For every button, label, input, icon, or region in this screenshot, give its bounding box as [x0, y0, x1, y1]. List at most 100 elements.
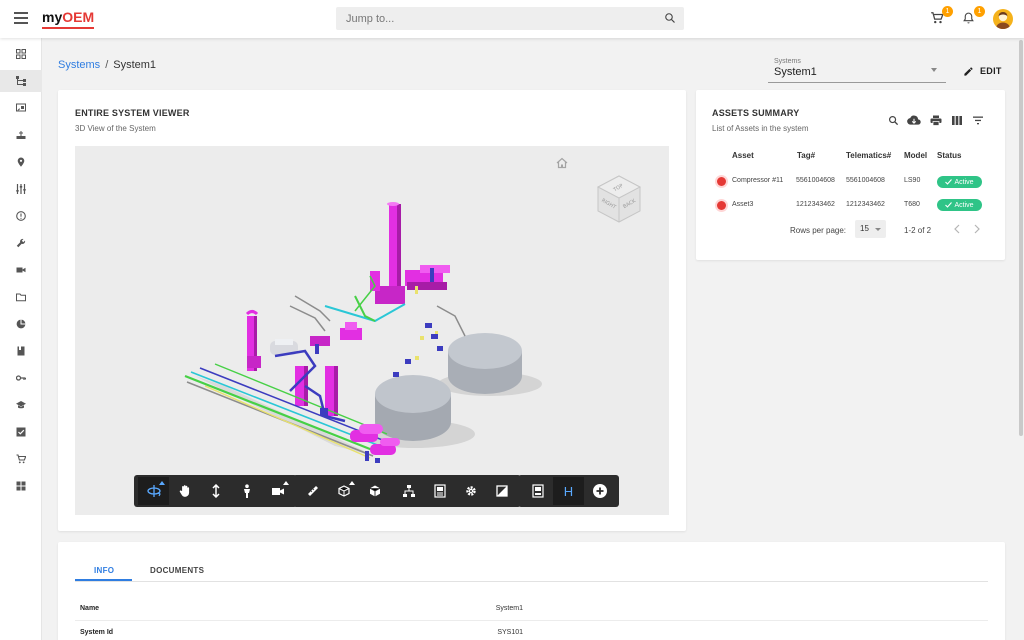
- sidebar-item-cast[interactable]: [0, 97, 42, 119]
- rows-per-page-label: Rows per page:: [790, 226, 847, 235]
- sidebar-item-maintenance[interactable]: [0, 232, 42, 254]
- sidebar-item-folder[interactable]: [0, 286, 42, 308]
- sidebar-item-manuals[interactable]: [0, 340, 42, 362]
- next-page-icon[interactable]: [973, 224, 981, 234]
- sidebar-item-store[interactable]: [0, 448, 42, 470]
- check-icon: [945, 202, 953, 208]
- explode-icon: [337, 485, 350, 497]
- 3d-plant-model[interactable]: [75, 146, 669, 515]
- logo-prefix: my: [42, 8, 63, 25]
- document-browser-button[interactable]: [522, 477, 553, 505]
- model-browser-button[interactable]: [359, 477, 390, 505]
- camera-tool-button[interactable]: [262, 477, 293, 505]
- status-badge[interactable]: Active: [937, 199, 982, 211]
- top-app-bar: myOEM 1 1: [0, 0, 1024, 38]
- scrollbar-thumb[interactable]: [1019, 40, 1023, 436]
- col-header-tag[interactable]: Tag#: [797, 151, 815, 160]
- search-input[interactable]: [336, 7, 646, 30]
- cart-icon: [16, 454, 26, 464]
- first-person-tool-button[interactable]: [231, 477, 262, 505]
- pagination-range: 1-2 of 2: [904, 226, 932, 235]
- properties-tool-button[interactable]: [424, 477, 455, 505]
- book-icon: [17, 346, 25, 356]
- system-select[interactable]: Systems System1: [768, 57, 946, 83]
- alert-indicator: [717, 177, 726, 186]
- asset-name[interactable]: Asset3: [732, 201, 753, 208]
- pencil-icon: [964, 66, 973, 76]
- filter-list-icon[interactable]: [973, 116, 983, 125]
- pan-tool-button[interactable]: [169, 477, 200, 505]
- sidebar-item-keys[interactable]: [0, 367, 42, 389]
- view-cube-icon[interactable]: TOP RIGHT BACK: [594, 174, 644, 224]
- user-avatar[interactable]: [993, 9, 1013, 29]
- structure-tool-button[interactable]: [393, 477, 424, 505]
- page-scrollbar[interactable]: [1018, 38, 1024, 640]
- col-header-model[interactable]: Model: [904, 151, 927, 160]
- app-logo[interactable]: my OEM: [42, 7, 95, 29]
- explode-tool-button[interactable]: [328, 477, 359, 505]
- asset-name[interactable]: Compressor #11: [732, 177, 783, 184]
- rows-per-page-select[interactable]: 15: [855, 220, 886, 238]
- dashboard-icon: [16, 49, 26, 59]
- col-header-telematics[interactable]: Telematics#: [846, 151, 891, 160]
- settings-tool-button[interactable]: [455, 477, 486, 505]
- breadcrumb-systems-link[interactable]: Systems: [58, 59, 100, 71]
- sidebar-item-alerts[interactable]: [0, 205, 42, 227]
- asset-telematics: 5561004608: [846, 177, 885, 184]
- col-header-asset[interactable]: Asset: [732, 151, 754, 160]
- info-key-system-id: System Id: [80, 629, 114, 636]
- measure-tool-button[interactable]: [297, 477, 328, 505]
- sidebar-item-video[interactable]: [0, 259, 42, 281]
- view-columns-icon[interactable]: [952, 116, 962, 125]
- h-tool-button[interactable]: H: [553, 477, 584, 505]
- home-view-icon[interactable]: [555, 156, 569, 170]
- cube-icon: [369, 485, 380, 497]
- add-tool-button[interactable]: [584, 477, 615, 505]
- col-header-status[interactable]: Status: [937, 151, 961, 160]
- print-icon[interactable]: [930, 115, 942, 126]
- prev-page-icon[interactable]: [953, 224, 961, 234]
- sidebar-item-checklist[interactable]: [0, 421, 42, 443]
- cloud-download-icon[interactable]: [907, 115, 921, 126]
- sidebar: [0, 38, 42, 640]
- cart-button[interactable]: 1: [930, 6, 953, 27]
- logo-suffix: OEM: [62, 8, 95, 25]
- search-icon[interactable]: [664, 12, 676, 24]
- sidebar-item-dashboard[interactable]: [0, 43, 42, 65]
- status-label: Active: [954, 201, 974, 209]
- folder-icon: [16, 293, 26, 302]
- sidebar-item-location[interactable]: [0, 151, 42, 173]
- video-icon: [16, 267, 26, 273]
- wrench-icon: [16, 238, 26, 248]
- pie-chart-icon: [16, 319, 26, 329]
- viewer-title: ENTIRE SYSTEM VIEWER: [75, 108, 190, 118]
- details-card: [58, 542, 1005, 640]
- row-divider: [75, 620, 988, 621]
- sidebar-item-tune[interactable]: [0, 178, 42, 200]
- 3d-viewer-canvas[interactable]: TOP RIGHT BACK: [75, 146, 669, 515]
- edit-button[interactable]: EDIT: [963, 63, 1002, 79]
- tab-documents[interactable]: DOCUMENTS: [150, 566, 204, 575]
- orbit-tool-button[interactable]: [138, 477, 169, 505]
- status-badge[interactable]: Active: [937, 176, 982, 188]
- asset-tag: 1212343462: [796, 201, 835, 208]
- sidebar-item-widgets[interactable]: [0, 475, 42, 497]
- menu-icon[interactable]: [14, 12, 28, 26]
- search-icon[interactable]: [888, 115, 899, 126]
- document-browser-icon: [531, 484, 544, 498]
- router-icon: [16, 131, 26, 139]
- notifications-button[interactable]: 1: [962, 6, 985, 27]
- tab-info[interactable]: INFO: [94, 566, 114, 575]
- sidebar-item-router[interactable]: [0, 124, 42, 146]
- widgets-icon: [16, 481, 26, 491]
- jump-to-search: [336, 7, 684, 30]
- updown-arrow-icon: [211, 484, 220, 498]
- sidebar-item-training[interactable]: [0, 394, 42, 416]
- bell-icon: [963, 12, 974, 24]
- sidebar-item-systems[interactable]: [0, 70, 42, 92]
- sidebar-item-reports[interactable]: [0, 313, 42, 335]
- dolly-tool-button[interactable]: [200, 477, 231, 505]
- fullscreen-tool-button[interactable]: [486, 477, 517, 505]
- info-value-name: System1: [495, 605, 523, 612]
- notification-badge: 1: [974, 6, 985, 17]
